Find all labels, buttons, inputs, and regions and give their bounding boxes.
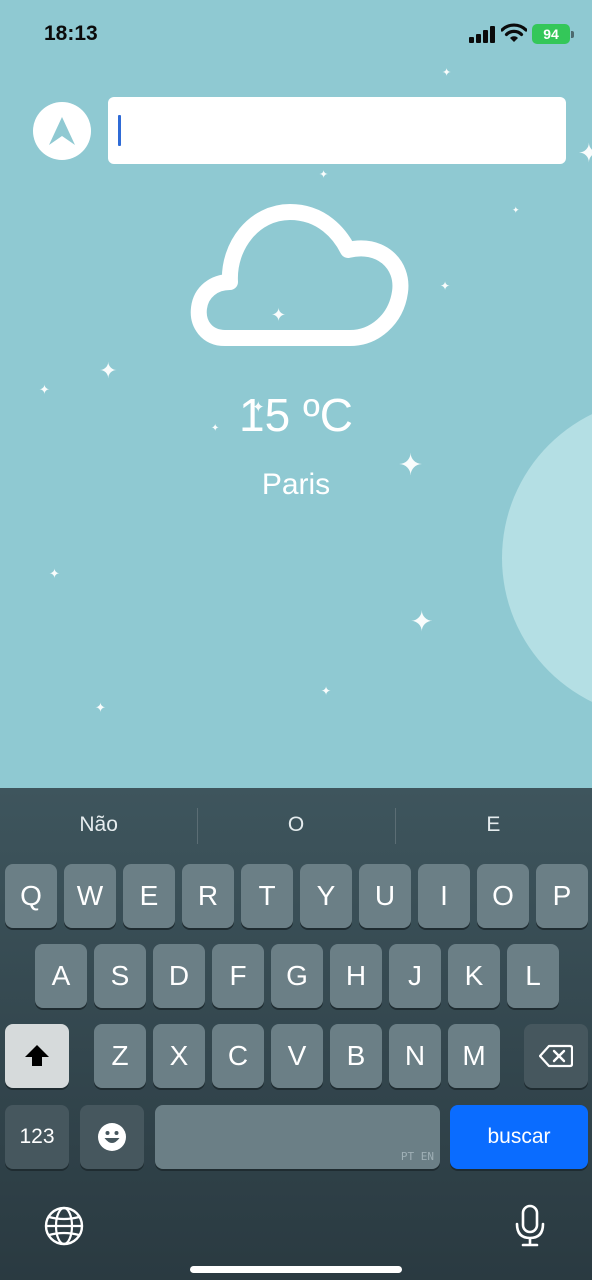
key-k[interactable]: K	[448, 944, 500, 1008]
keyboard: Não O E Q W E R T Y U I O P A S D F G H …	[0, 788, 592, 1280]
suggestion-item[interactable]: E	[394, 788, 592, 862]
star-icon: ✦	[321, 684, 332, 698]
key-t[interactable]: T	[241, 864, 293, 928]
key-d[interactable]: D	[153, 944, 205, 1008]
star-icon: ✦	[512, 205, 520, 215]
star-icon: ✦	[49, 566, 60, 581]
star-icon: ✦	[99, 358, 118, 383]
key-g[interactable]: G	[271, 944, 323, 1008]
star-icon: ✦	[440, 279, 451, 293]
star-icon: ✦	[319, 169, 329, 181]
key-x[interactable]: X	[153, 1024, 205, 1088]
space-key[interactable]: PT EN	[155, 1105, 440, 1169]
globe-icon[interactable]	[44, 1206, 84, 1246]
cellular-signal-icon	[469, 26, 495, 43]
shift-key[interactable]	[5, 1024, 69, 1088]
space-language-label: PT EN	[400, 1150, 434, 1163]
key-z[interactable]: Z	[94, 1024, 146, 1088]
location-arrow-icon	[49, 117, 75, 145]
numbers-key[interactable]: 123	[5, 1105, 69, 1169]
text-cursor	[118, 115, 121, 146]
key-y[interactable]: Y	[300, 864, 352, 928]
cloud-icon	[190, 204, 409, 346]
key-f[interactable]: F	[212, 944, 264, 1008]
star-icon: ✦	[578, 138, 592, 168]
backspace-icon	[539, 1044, 573, 1068]
status-time: 18:13	[44, 22, 98, 45]
backspace-key[interactable]	[524, 1024, 588, 1088]
search-input[interactable]	[108, 97, 566, 164]
suggestion-bar: Não O E	[0, 788, 592, 862]
key-w[interactable]: W	[64, 864, 116, 928]
battery-level: 94	[543, 26, 559, 42]
battery-indicator: 94	[532, 24, 574, 44]
star-icon: ✦	[410, 606, 434, 637]
key-c[interactable]: C	[212, 1024, 264, 1088]
temperature-value: 15 ºC	[239, 389, 353, 441]
moon-shape	[502, 398, 592, 718]
emoji-icon	[98, 1123, 126, 1151]
key-n[interactable]: N	[389, 1024, 441, 1088]
home-indicator[interactable]	[190, 1266, 402, 1273]
location-button[interactable]	[33, 102, 91, 160]
key-p[interactable]: P	[536, 864, 588, 928]
search-action-key[interactable]: buscar	[450, 1105, 588, 1169]
key-a[interactable]: A	[35, 944, 87, 1008]
mic-icon[interactable]	[514, 1204, 546, 1248]
key-v[interactable]: V	[271, 1024, 323, 1088]
key-h[interactable]: H	[330, 944, 382, 1008]
city-name: Paris	[261, 468, 331, 501]
key-s[interactable]: S	[94, 944, 146, 1008]
star-icon: ✦	[95, 700, 106, 715]
key-e[interactable]: E	[123, 864, 175, 928]
key-l[interactable]: L	[507, 944, 559, 1008]
status-bar: 18:13 94	[0, 0, 592, 70]
emoji-key[interactable]	[80, 1105, 144, 1169]
key-i[interactable]: I	[418, 864, 470, 928]
key-b[interactable]: B	[330, 1024, 382, 1088]
wifi-icon	[501, 23, 527, 42]
key-r[interactable]: R	[182, 864, 234, 928]
key-q[interactable]: Q	[5, 864, 57, 928]
shift-icon	[25, 1045, 49, 1066]
key-j[interactable]: J	[389, 944, 441, 1008]
suggestion-item[interactable]: Não	[0, 788, 197, 862]
suggestion-item[interactable]: O	[197, 788, 394, 862]
key-o[interactable]: O	[477, 864, 529, 928]
key-u[interactable]: U	[359, 864, 411, 928]
key-m[interactable]: M	[448, 1024, 500, 1088]
